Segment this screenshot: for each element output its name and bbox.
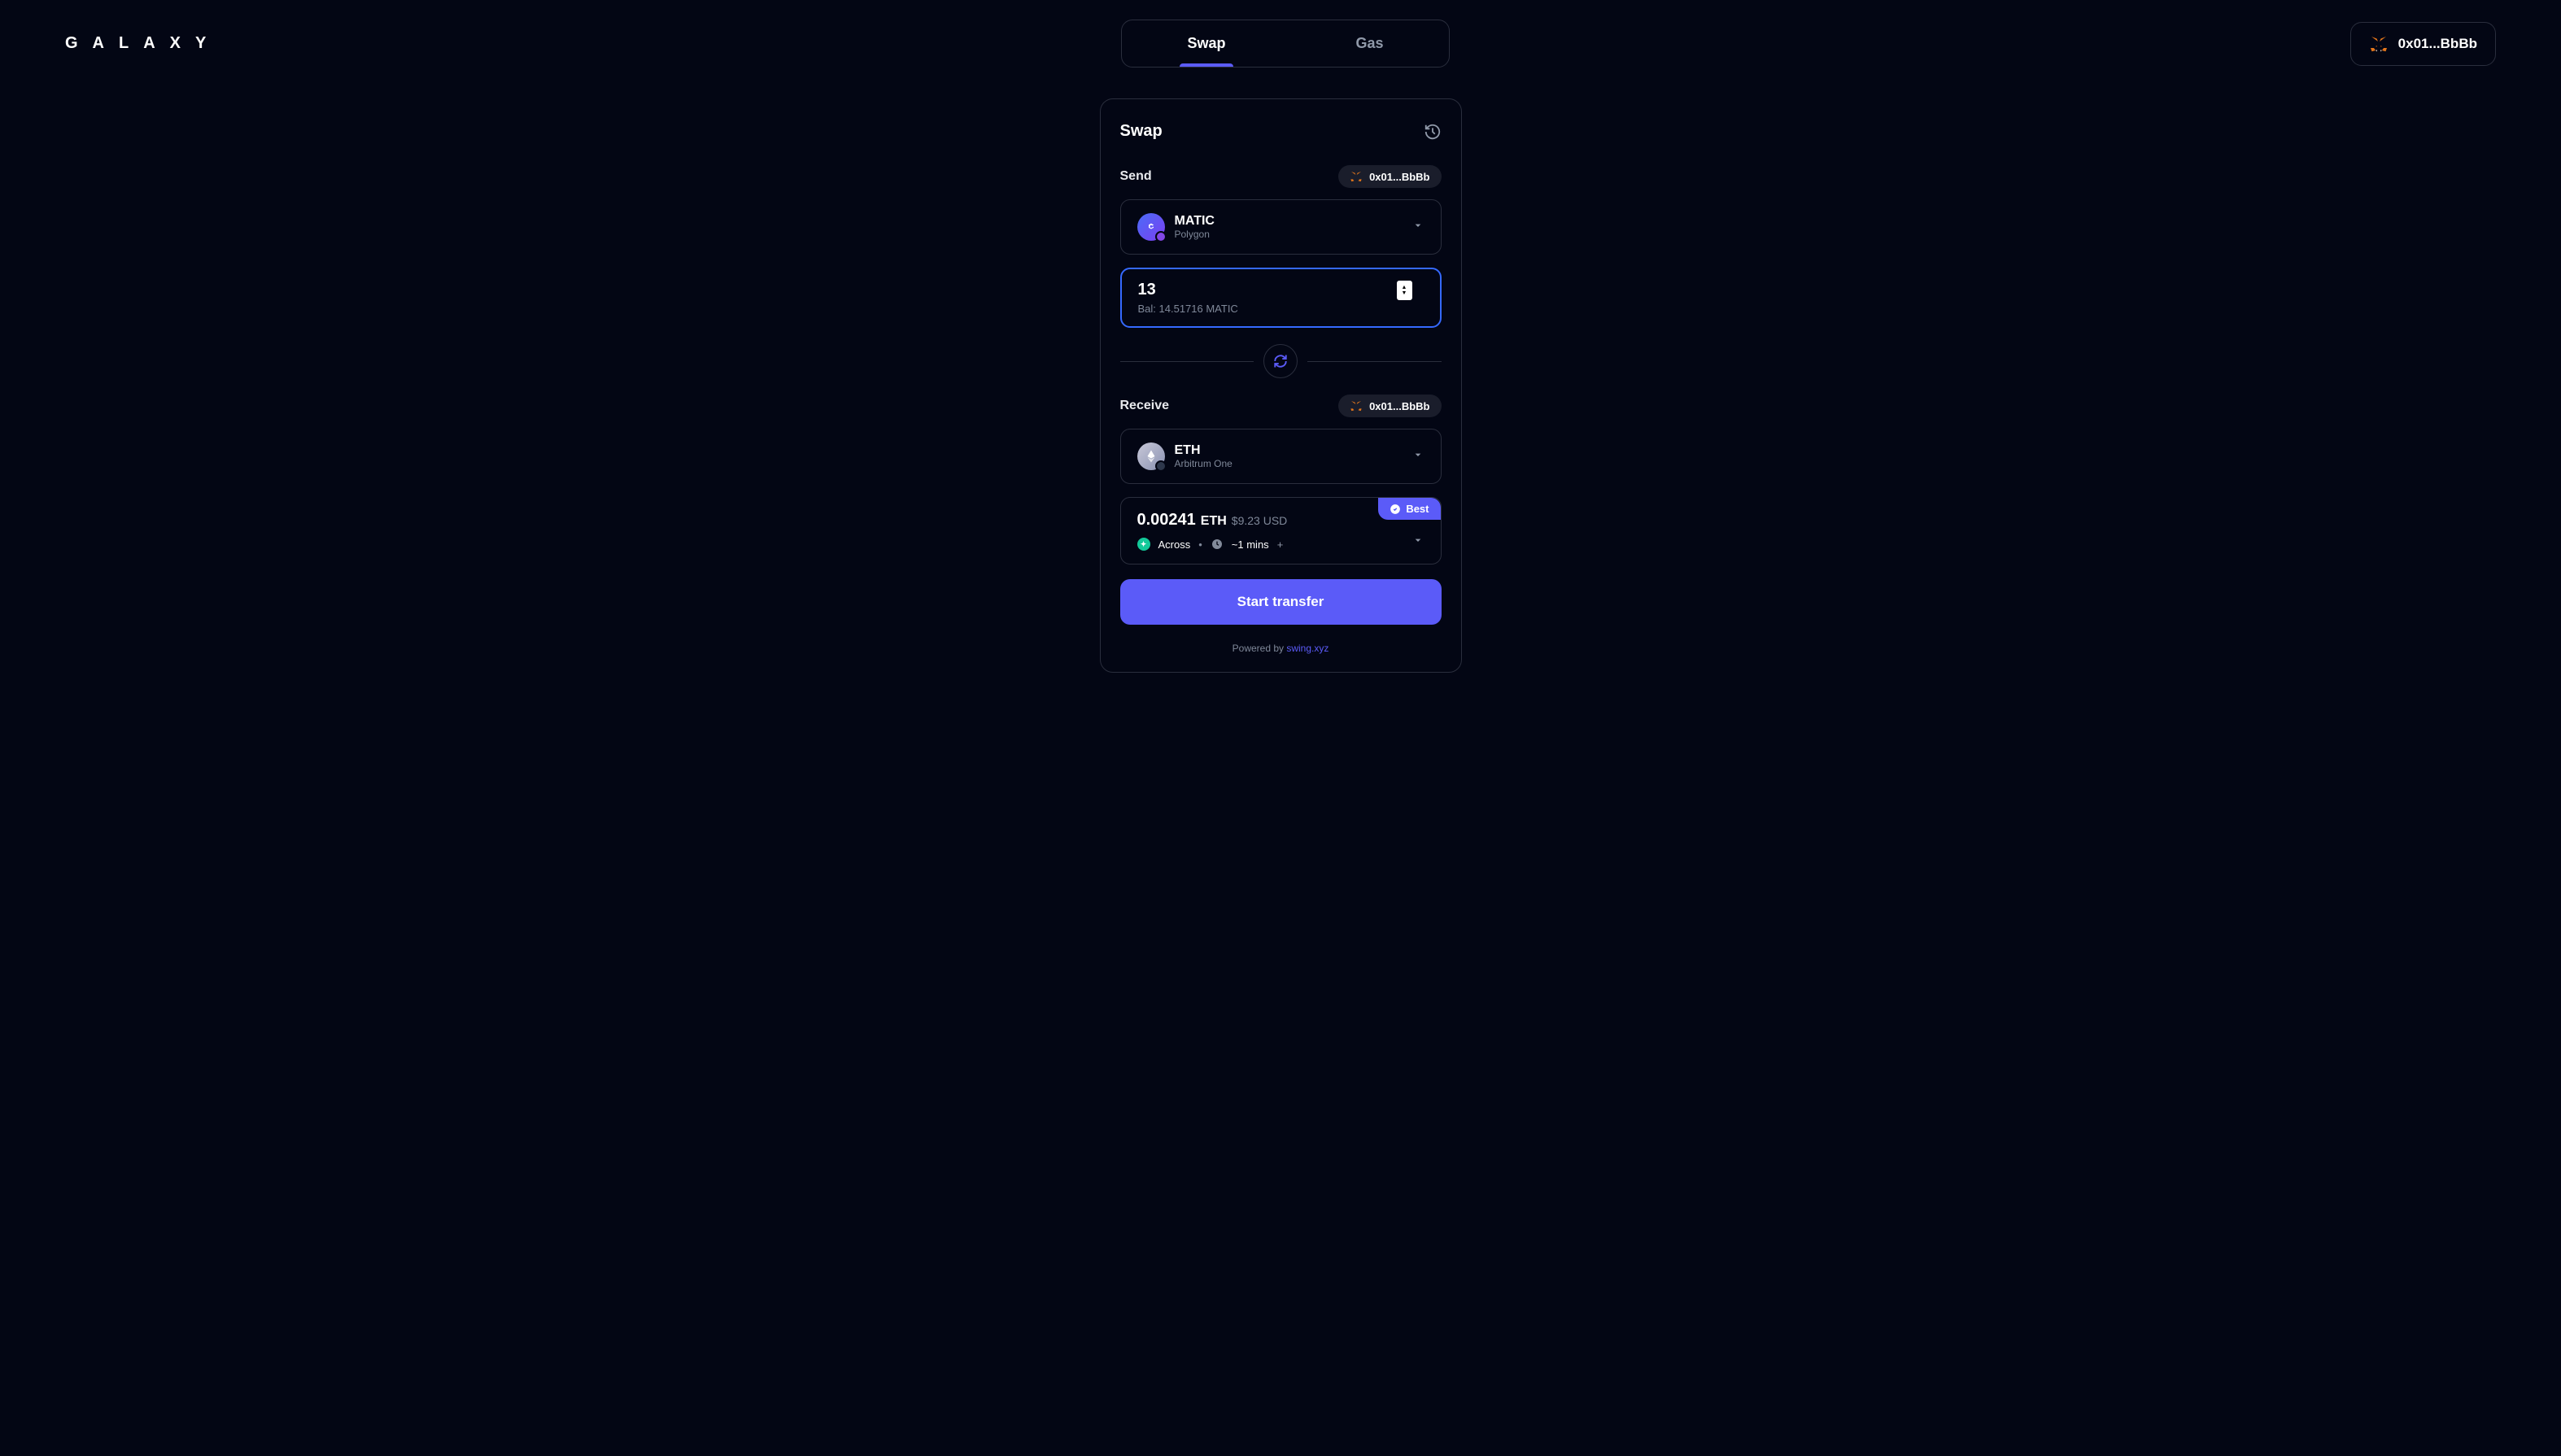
check-circle-icon <box>1390 503 1401 515</box>
wallet-address: 0x01...BbBb <box>2398 36 2477 52</box>
powered-by: Powered by swing.xyz <box>1120 643 1442 654</box>
quote-usd: $9.23 USD <box>1232 514 1287 527</box>
receive-token-symbol: ETH <box>1175 443 1233 458</box>
card-title: Swap <box>1120 122 1163 141</box>
send-balance: Bal: 14.51716 MATIC <box>1138 303 1424 315</box>
matic-token-icon <box>1137 213 1165 241</box>
chevron-down-icon <box>1411 219 1424 236</box>
quote-route: Across <box>1158 538 1191 551</box>
tab-gas[interactable]: Gas <box>1291 20 1449 67</box>
send-wallet-address: 0x01...BbBb <box>1369 171 1429 183</box>
amount-stepper[interactable]: ▲ ▼ <box>1397 281 1412 300</box>
start-transfer-button[interactable]: Start transfer <box>1120 579 1442 625</box>
chevron-down-icon <box>1411 448 1424 465</box>
swap-card: Swap Send 0x01...BbBb MATIC Polygon <box>1100 98 1462 673</box>
receive-wallet-address: 0x01...BbBb <box>1369 400 1429 412</box>
metamask-icon <box>2369 34 2389 54</box>
quote-plus: + <box>1277 538 1284 551</box>
chevron-down-icon <box>1411 534 1424 551</box>
swap-direction-button[interactable] <box>1263 344 1298 378</box>
send-token-chain: Polygon <box>1175 229 1215 240</box>
stepper-up-icon[interactable]: ▲ <box>1402 285 1407 290</box>
quote-amount: 0.00241 <box>1137 511 1196 530</box>
tab-swap[interactable]: Swap <box>1122 20 1290 67</box>
send-amount-input-wrap: ▲ ▼ Bal: 14.51716 MATIC <box>1120 268 1442 328</box>
polygon-chain-badge-icon <box>1155 231 1167 242</box>
quote-symbol: ETH <box>1201 514 1227 529</box>
send-token-selector[interactable]: MATIC Polygon <box>1120 199 1442 255</box>
send-token-symbol: MATIC <box>1175 214 1215 229</box>
stepper-down-icon[interactable]: ▼ <box>1402 290 1407 296</box>
best-badge: Best <box>1378 498 1440 520</box>
history-icon[interactable] <box>1424 123 1442 141</box>
quote-card[interactable]: Best 0.00241 ETH $9.23 USD ✦ Across • ~1… <box>1120 497 1442 565</box>
top-tabs: Swap Gas <box>1121 20 1449 68</box>
divider-line <box>1120 361 1254 362</box>
across-route-icon: ✦ <box>1137 538 1150 551</box>
receive-token-selector[interactable]: ETH Arbitrum One <box>1120 429 1442 484</box>
eth-token-icon <box>1137 442 1165 470</box>
brand-logo: GALAXY <box>65 34 220 53</box>
clock-icon <box>1211 538 1224 551</box>
arbitrum-chain-badge-icon <box>1155 460 1167 472</box>
quote-time: ~1 mins <box>1232 538 1269 551</box>
send-amount-input[interactable] <box>1138 281 1399 299</box>
meta-separator: • <box>1198 538 1202 551</box>
receive-token-chain: Arbitrum One <box>1175 458 1233 469</box>
receive-label: Receive <box>1120 399 1170 413</box>
send-label: Send <box>1120 169 1152 184</box>
divider-line <box>1307 361 1442 362</box>
send-wallet-pill[interactable]: 0x01...BbBb <box>1338 165 1441 188</box>
swing-link[interactable]: swing.xyz <box>1286 643 1328 654</box>
wallet-connect-button[interactable]: 0x01...BbBb <box>2350 22 2496 66</box>
metamask-icon <box>1350 399 1363 412</box>
metamask-icon <box>1350 170 1363 183</box>
receive-wallet-pill[interactable]: 0x01...BbBb <box>1338 395 1441 417</box>
